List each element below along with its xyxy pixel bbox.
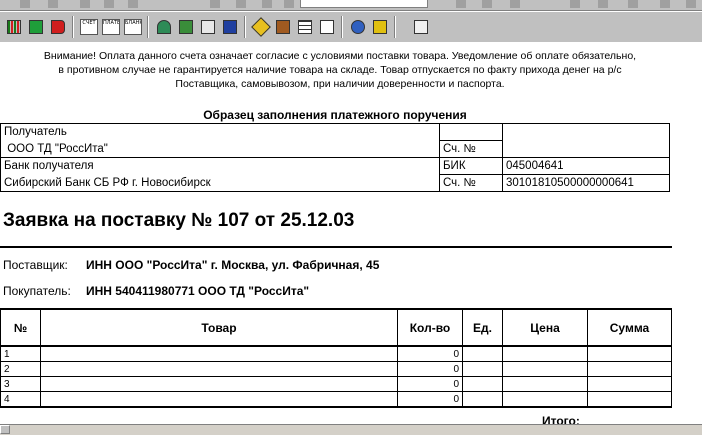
row-unit (462, 361, 503, 377)
bik-value: 045004641 (502, 157, 670, 175)
items-table: № Товар Кол-во Ед. Цена Сумма 1 0 2 0 3 … (0, 308, 672, 408)
divider (0, 246, 672, 248)
font-name-field[interactable] (300, 0, 428, 8)
toolbar-button[interactable] (48, 0, 58, 8)
row-price (502, 361, 588, 377)
payment-order-table: Получатель ООО ТД "РоссИта" Сч. № Банк п… (0, 123, 670, 192)
column-header-sum: Сумма (587, 308, 672, 347)
recipient-name: ООО ТД "РоссИта" (0, 140, 440, 158)
toolbar-button[interactable] (20, 0, 30, 8)
toolbar-button[interactable] (210, 0, 220, 8)
row-product (40, 391, 398, 408)
row-price (502, 376, 588, 392)
row-quantity: 0 (397, 361, 463, 377)
boxes-icon[interactable] (272, 16, 294, 38)
import-icon[interactable] (25, 16, 47, 38)
account-no-label: Сч. № (439, 140, 503, 158)
bank-name: Сибирский Банк СБ РФ г. Новосибирск (0, 174, 440, 192)
column-header-number: № (0, 308, 41, 347)
supplier-line: Поставщик: ИНН ООО "РоссИта" г. Москва, у… (3, 258, 379, 272)
toolbar-button[interactable] (598, 0, 608, 8)
bank-label: Банк получателя (0, 157, 440, 175)
row-number: 3 (0, 376, 41, 392)
row-price (502, 345, 588, 362)
row-price (502, 391, 588, 408)
toolbar-button[interactable] (456, 0, 466, 8)
recipient-label: Получатель (0, 123, 440, 141)
table-row: 1 0 (0, 345, 672, 362)
table-row: 4 0 (0, 391, 672, 408)
payment-order-icon[interactable]: ПЛАТЕЖ (100, 16, 122, 38)
calendar-icon[interactable] (369, 16, 391, 38)
row-quantity: 0 (397, 345, 463, 362)
toolbar-button[interactable] (262, 0, 272, 8)
buyer-line: Покупатель: ИНН 540411980771 ООО ТД "Росс… (3, 284, 309, 298)
bik-label: БИК (439, 157, 503, 175)
supplier-label: Поставщик: (3, 258, 68, 272)
row-sum (587, 345, 672, 362)
toolbar-button[interactable] (660, 0, 670, 8)
row-number: 2 (0, 361, 41, 377)
help-icon[interactable] (410, 16, 432, 38)
toolbar-button[interactable] (510, 0, 520, 8)
calculator-icon[interactable] (175, 16, 197, 38)
row-quantity: 0 (397, 376, 463, 392)
scroll-left-icon[interactable] (0, 425, 10, 434)
column-header-unit: Ед. (462, 308, 503, 347)
column-header-price: Цена (502, 308, 588, 347)
column-header-product: Товар (40, 308, 398, 347)
row-unit (462, 376, 503, 392)
toolbar-button[interactable] (236, 0, 246, 8)
invoice-icon[interactable]: СЧЕТ (78, 16, 100, 38)
corr-account-value: 30101810500000000641 (502, 174, 670, 192)
row-sum (587, 376, 672, 392)
row-sum (587, 391, 672, 408)
row-product (40, 376, 398, 392)
row-sum (587, 361, 672, 377)
toolbar-button[interactable] (80, 0, 90, 8)
row-number: 4 (0, 391, 41, 408)
pencil-icon[interactable] (250, 16, 272, 38)
order-title: Заявка на поставку № 107 от 25.12.03 (3, 210, 355, 231)
barcode-icon[interactable] (3, 16, 25, 38)
chart-icon[interactable] (316, 16, 338, 38)
toolbar-button[interactable] (128, 0, 138, 8)
table-row: 2 0 (0, 361, 672, 377)
bank-icon[interactable] (153, 16, 175, 38)
payment-notice: Внимание! Оплата данного счета означает … (43, 50, 637, 90)
people-icon[interactable] (219, 16, 241, 38)
toolbar-button[interactable] (482, 0, 492, 8)
toolbar-button[interactable] (104, 0, 114, 8)
row-unit (462, 345, 503, 362)
top-toolbar (0, 0, 702, 11)
table-row: 3 0 (0, 376, 672, 392)
toolbar-button[interactable] (686, 0, 696, 8)
buyer-label: Покупатель: (3, 284, 71, 298)
row-unit (462, 391, 503, 408)
payment-order-title: Образец заполнения платежного поручения (203, 108, 467, 122)
report-icon[interactable] (197, 16, 219, 38)
supplier-value: ИНН ООО "РоссИта" г. Москва, ул. Фабричн… (86, 258, 380, 272)
toolbar-button[interactable] (628, 0, 638, 8)
main-toolbar: СЧЕТ ПЛАТЕЖ БЛАНК (0, 11, 702, 43)
row-product (40, 345, 398, 362)
toolbar-button[interactable] (284, 0, 294, 8)
document-page: Внимание! Оплата данного счета означает … (0, 42, 702, 428)
toolbar-button[interactable] (570, 0, 580, 8)
form-icon[interactable]: БЛАНК (122, 16, 144, 38)
horizontal-scrollbar[interactable] (0, 424, 702, 435)
row-number: 1 (0, 345, 41, 362)
table-icon[interactable] (294, 16, 316, 38)
row-product (40, 361, 398, 377)
export-icon[interactable] (47, 16, 69, 38)
buyer-value: ИНН 540411980771 ООО ТД "РоссИта" (86, 284, 310, 298)
corr-account-label: Сч. № (439, 174, 503, 192)
row-quantity: 0 (397, 391, 463, 408)
column-header-quantity: Кол-во (397, 308, 463, 347)
globe-icon[interactable] (347, 16, 369, 38)
